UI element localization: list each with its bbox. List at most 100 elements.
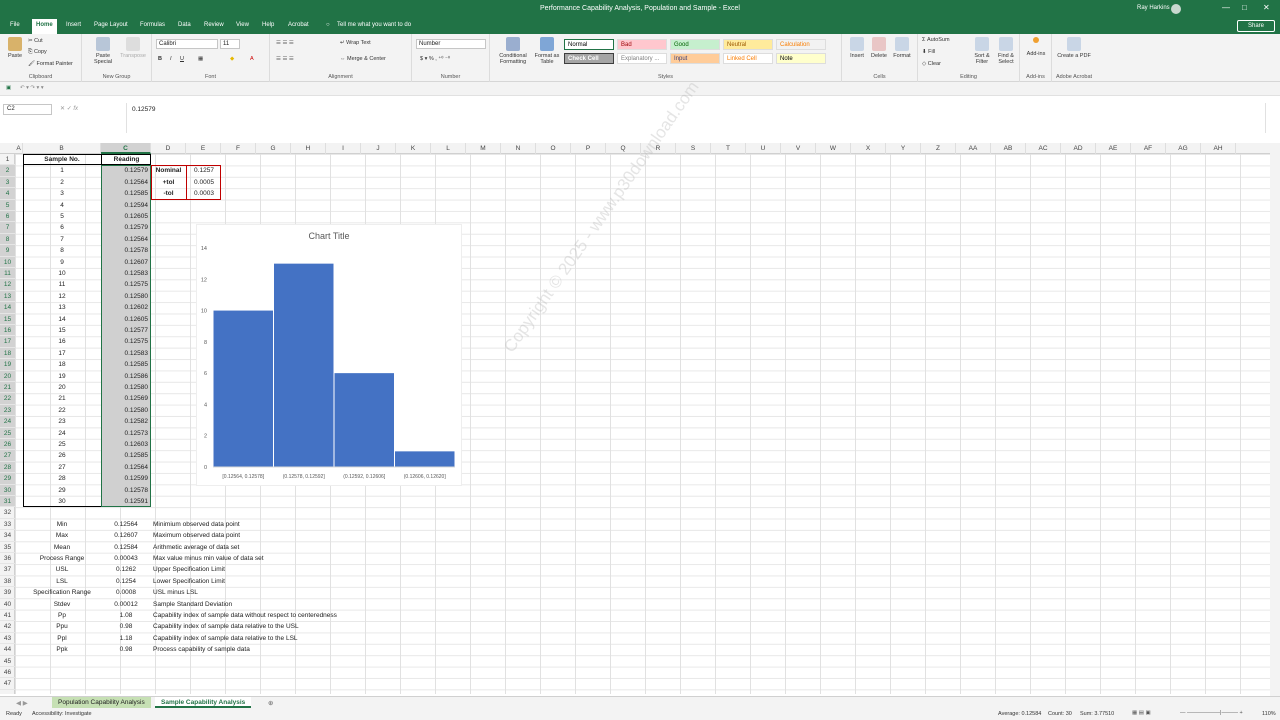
row-header[interactable]: 40: [0, 599, 15, 610]
col-header-i[interactable]: I: [326, 143, 361, 154]
row-header[interactable]: 22: [0, 393, 15, 405]
stat-label[interactable]: Specification Range: [23, 587, 101, 598]
style-note[interactable]: Note: [776, 53, 826, 64]
stat-label[interactable]: Mean: [23, 542, 101, 553]
sample-no-cell[interactable]: 7: [23, 234, 101, 245]
col-header-e[interactable]: E: [186, 143, 221, 154]
stat-description[interactable]: Capability index of sample data relative…: [151, 633, 451, 644]
row-header[interactable]: 24: [0, 416, 15, 428]
histogram-bar[interactable]: [213, 310, 274, 467]
col-header-ad[interactable]: AD: [1061, 143, 1096, 154]
row-header[interactable]: 15: [0, 313, 15, 325]
paste-button[interactable]: Paste: [4, 37, 26, 59]
row-header[interactable]: 2: [0, 165, 15, 177]
align-left-icon[interactable]: ☰ ☰ ☰: [276, 56, 294, 62]
stat-value[interactable]: 0.00043: [101, 553, 151, 564]
format-cells-button[interactable]: Format: [890, 37, 914, 59]
row-header[interactable]: 35: [0, 542, 15, 553]
row-header[interactable]: 28: [0, 461, 15, 474]
row-header[interactable]: 32: [0, 507, 15, 519]
create-pdf-button[interactable]: Create a PDF: [1056, 37, 1092, 59]
row-header[interactable]: 8: [0, 233, 15, 246]
row-header[interactable]: 19: [0, 359, 15, 371]
reading-cell[interactable]: 0.12579: [101, 222, 151, 233]
style-input[interactable]: Input: [670, 53, 720, 64]
tab-file[interactable]: File: [10, 22, 20, 28]
col-header-f[interactable]: F: [221, 143, 256, 154]
reading-cell[interactable]: 0.12564: [101, 462, 151, 473]
row-header[interactable]: 29: [0, 473, 15, 485]
row-header[interactable]: 42: [0, 621, 15, 633]
cut-button[interactable]: ✂ Cut: [28, 38, 43, 44]
autosum-button[interactable]: Σ AutoSum: [922, 37, 950, 43]
spec-value[interactable]: 0.0005: [186, 176, 221, 189]
col-header-ah[interactable]: AH: [1201, 143, 1236, 154]
reading-cell[interactable]: 0.12578: [101, 485, 151, 496]
histogram-bar[interactable]: [334, 373, 395, 467]
close-icon[interactable]: ✕: [1263, 3, 1270, 12]
stat-label[interactable]: Ppu: [23, 621, 101, 632]
zoom-level[interactable]: 110%: [1262, 711, 1276, 717]
reading-cell[interactable]: 0.12578: [101, 245, 151, 256]
sample-no-cell[interactable]: 27: [23, 462, 101, 473]
row-header[interactable]: 39: [0, 587, 15, 599]
row-header[interactable]: 5: [0, 199, 15, 211]
stat-description[interactable]: Process capability of sample data: [151, 644, 451, 655]
tab-review[interactable]: Review: [204, 22, 224, 28]
reading-cell[interactable]: 0.12582: [101, 416, 151, 427]
spec-value[interactable]: 0.0003: [186, 188, 221, 200]
stat-value[interactable]: 0.98: [101, 621, 151, 632]
format-painter-button[interactable]: 🖌 Format Painter: [28, 61, 73, 67]
stat-label[interactable]: Process Range: [23, 553, 101, 564]
spec-value[interactable]: 0.1257: [186, 165, 221, 177]
chart-title[interactable]: Chart Title: [308, 231, 349, 241]
col-header-o[interactable]: O: [536, 143, 571, 154]
sample-no-cell[interactable]: 14: [23, 314, 101, 325]
add-sheet-icon[interactable]: ⊕: [262, 697, 279, 708]
row-header[interactable]: 46: [0, 667, 15, 679]
sample-no-cell[interactable]: 19: [23, 371, 101, 382]
col-header-j[interactable]: J: [361, 143, 396, 154]
style-check-cell[interactable]: Check Cell: [564, 53, 614, 64]
formula-input[interactable]: 0.12579: [126, 103, 1266, 133]
col-header-z[interactable]: Z: [921, 143, 956, 154]
row-header[interactable]: 9: [0, 245, 15, 257]
col-header-aa[interactable]: AA: [956, 143, 991, 154]
font-name-select[interactable]: Calibri: [156, 39, 218, 49]
header-reading[interactable]: Reading: [101, 154, 151, 166]
save-icon[interactable]: ▣: [6, 85, 11, 91]
col-header-s[interactable]: S: [676, 143, 711, 154]
stat-description[interactable]: Upper Specification Limit: [151, 564, 451, 575]
reading-cell[interactable]: 0.12607: [101, 257, 151, 268]
reading-cell[interactable]: 0.12580: [101, 291, 151, 302]
reading-cell[interactable]: 0.12585: [101, 188, 151, 199]
row-header[interactable]: 47: [0, 678, 15, 690]
stat-description[interactable]: Minimium observed data point: [151, 519, 451, 530]
col-header-t[interactable]: T: [711, 143, 746, 154]
reading-cell[interactable]: 0.12605: [101, 211, 151, 222]
col-header-ae[interactable]: AE: [1096, 143, 1131, 154]
paste-special-button[interactable]: Paste Special: [88, 37, 118, 65]
stat-label[interactable]: USL: [23, 564, 101, 575]
col-header-b[interactable]: B: [23, 143, 101, 154]
view-normal-icon[interactable]: ▦ ▤ ▣: [1132, 710, 1151, 716]
stat-value[interactable]: 0.12584: [101, 542, 151, 553]
col-header-w[interactable]: W: [816, 143, 851, 154]
col-header-v[interactable]: V: [781, 143, 816, 154]
row-header[interactable]: 4: [0, 188, 15, 200]
col-header-ag[interactable]: AG: [1166, 143, 1201, 154]
stat-label[interactable]: Ppk: [23, 644, 101, 655]
transpose-button[interactable]: Transpose: [118, 37, 148, 59]
row-header[interactable]: 3: [0, 176, 15, 189]
sample-no-cell[interactable]: 30: [23, 496, 101, 507]
reading-cell[interactable]: 0.12573: [101, 428, 151, 439]
col-header-u[interactable]: U: [746, 143, 781, 154]
sample-no-cell[interactable]: 29: [23, 485, 101, 496]
merge-center-button[interactable]: ⇔ Merge & Center: [340, 56, 386, 62]
tab-data[interactable]: Data: [178, 22, 191, 28]
sample-no-cell[interactable]: 3: [23, 188, 101, 199]
stat-value[interactable]: 1.08: [101, 610, 151, 621]
stat-description[interactable]: Arithmetic average of data set: [151, 542, 451, 553]
stat-value[interactable]: 0.12564: [101, 519, 151, 530]
histogram-chart[interactable]: Chart Title 0 2 4 6 8 10 12 14 [0.12564, 0.12578…: [196, 224, 462, 486]
